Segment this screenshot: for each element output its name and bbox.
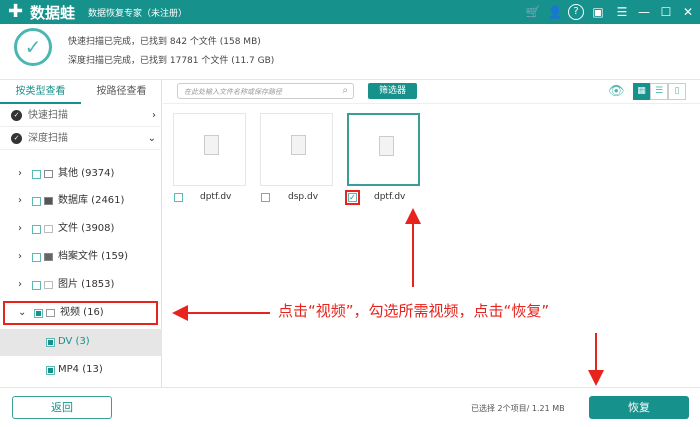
back-button[interactable]: 返回	[12, 396, 112, 419]
restore-button[interactable]: 恢复	[589, 396, 689, 419]
annotation-arrows	[172, 208, 604, 386]
selection-info: 已选择 2个项目/ 1.21 MB	[471, 404, 565, 413]
annotation-text: 点击“视频”，勾选所需视频，点击“恢复”	[278, 302, 550, 320]
